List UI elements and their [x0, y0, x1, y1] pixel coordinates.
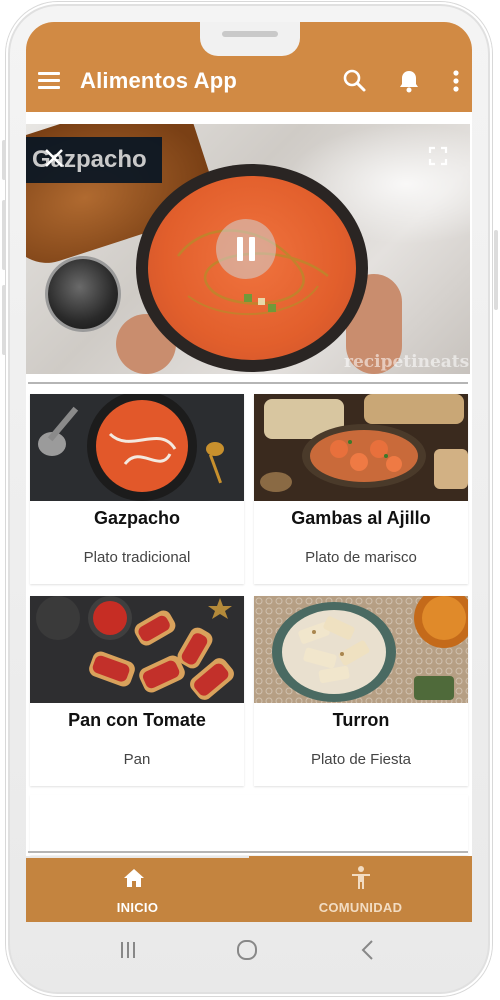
recipe-subtitle: Pan	[123, 751, 151, 768]
tab-comunidad[interactable]: COMUNIDAD	[249, 856, 472, 922]
menu-icon[interactable]	[38, 72, 60, 89]
video-player[interactable]: Gazpacho recipetineats	[26, 124, 470, 374]
divider	[28, 382, 468, 384]
tab-inicio[interactable]: INICIO	[26, 856, 249, 922]
bell-icon[interactable]	[396, 68, 422, 94]
tab-label: COMUNIDAD	[318, 900, 403, 915]
phone-side-button	[2, 285, 6, 355]
recipe-card-gambas-al-ajillo[interactable]: Gambas al Ajillo Plato de marisco	[254, 394, 468, 584]
app-screen: Alimentos App Gazpacho recipetineats Gaz…	[26, 22, 472, 922]
app-title: Alimentos App	[80, 68, 238, 93]
phone-side-button	[2, 140, 6, 180]
recipe-image	[30, 394, 244, 501]
recipe-card-placeholder	[30, 795, 468, 855]
video-watermark: recipetineats	[344, 352, 470, 372]
back-icon[interactable]	[358, 939, 378, 961]
bottom-navigation: INICIO COMUNIDAD	[26, 856, 472, 922]
recipe-name: Turron	[332, 710, 390, 730]
recipe-card-turron[interactable]: Turron Plato de Fiesta	[254, 596, 468, 786]
person-icon	[352, 866, 370, 889]
more-vert-icon[interactable]	[446, 68, 466, 94]
tab-label: INICIO	[116, 900, 159, 915]
recipe-image	[254, 596, 468, 703]
phone-side-button	[494, 230, 498, 310]
recipe-name: Gambas al Ajillo	[291, 508, 431, 528]
recipe-name: Pan con Tomate	[68, 710, 206, 730]
home-icon	[124, 869, 144, 887]
recipe-image	[254, 394, 468, 501]
recipe-image	[30, 596, 244, 703]
video-frame-spoon	[48, 259, 118, 329]
pause-icon	[249, 237, 255, 261]
recipe-card-gazpacho[interactable]: Gazpacho Plato tradicional	[30, 394, 244, 584]
system-navigation-bar	[26, 922, 472, 976]
phone-side-button	[2, 200, 6, 270]
recipe-subtitle: Plato de marisco	[305, 549, 417, 566]
pause-button[interactable]	[216, 219, 276, 279]
recipe-name: Gazpacho	[93, 508, 181, 528]
recents-icon[interactable]	[118, 940, 138, 960]
recipe-subtitle: Plato de Fiesta	[310, 751, 412, 768]
fullscreen-icon[interactable]	[428, 146, 448, 166]
speaker	[222, 31, 278, 37]
phone-notch	[200, 22, 300, 56]
divider	[28, 851, 468, 853]
recipe-card-pan-con-tomate[interactable]: Pan con Tomate Pan	[30, 596, 244, 786]
close-icon[interactable]	[42, 146, 66, 170]
home-button-icon[interactable]	[236, 939, 258, 961]
pause-icon	[237, 237, 243, 261]
recipe-subtitle: Plato tradicional	[83, 549, 191, 566]
search-icon[interactable]	[342, 68, 368, 94]
